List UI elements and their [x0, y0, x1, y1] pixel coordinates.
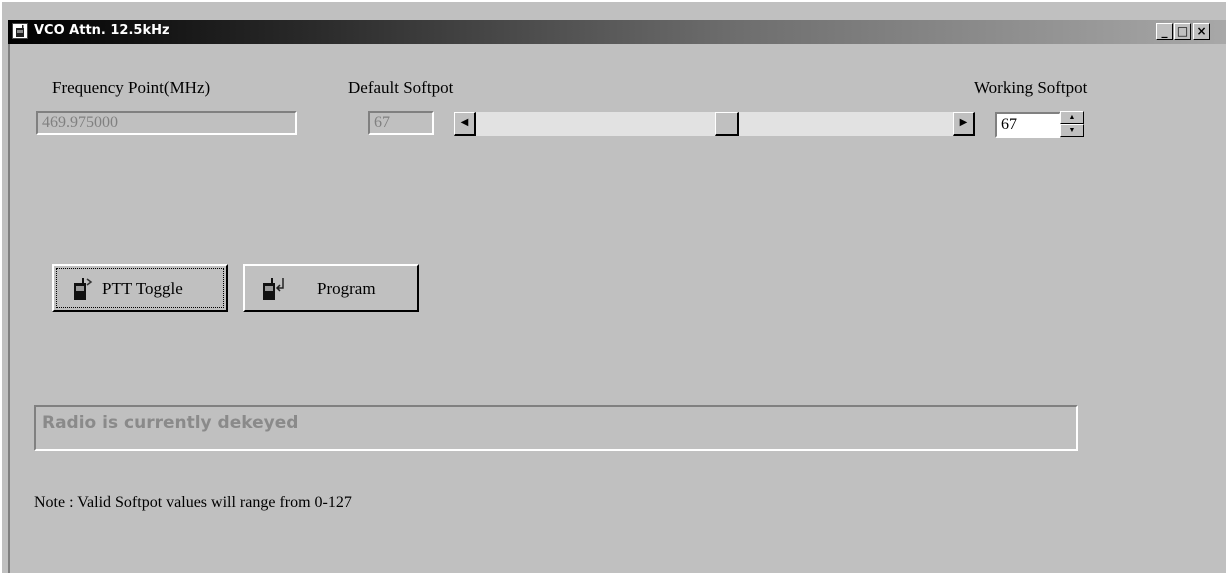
default-softpot-label: Default Softpot: [348, 78, 454, 97]
default-softpot-field: 67: [368, 111, 434, 135]
radio-ptt-icon: [68, 276, 94, 307]
window-title: VCO Attn. 12.5kHz: [34, 23, 170, 38]
radio-icon: [12, 23, 28, 39]
softpot-slider[interactable]: ◀ ▶: [454, 112, 975, 136]
ptt-toggle-button[interactable]: PTT Toggle: [52, 264, 228, 312]
close-button[interactable]: ×: [1193, 23, 1210, 40]
program-button[interactable]: Program: [243, 264, 419, 312]
frequency-point-label: Frequency Point(MHz): [52, 78, 211, 97]
working-softpot-input[interactable]: 67: [995, 112, 1061, 138]
spin-down-arrow-icon[interactable]: ▼: [1060, 124, 1084, 137]
title-bar[interactable]: VCO Attn. 12.5kHz _ □ ×: [8, 20, 1226, 44]
softpot-range-note: Note : Valid Softpot values will range f…: [34, 494, 352, 511]
slider-right-arrow-icon[interactable]: ▶: [953, 112, 975, 136]
spin-up-arrow-icon[interactable]: ▲: [1060, 111, 1084, 124]
vco-attn-window: VCO Attn. 12.5kHz _ □ × Frequency Point(…: [0, 0, 1226, 573]
ptt-toggle-label: PTT Toggle: [102, 279, 183, 298]
minimize-button[interactable]: _: [1156, 23, 1173, 40]
frequency-point-field: 469.975000: [36, 111, 297, 135]
slider-left-arrow-icon[interactable]: ◀: [454, 112, 476, 136]
slider-thumb[interactable]: [715, 112, 739, 136]
working-softpot-label: Working Softpot: [974, 78, 1088, 97]
maximize-button[interactable]: □: [1174, 23, 1191, 40]
radio-program-icon: [259, 276, 287, 307]
program-label: Program: [317, 279, 376, 298]
working-softpot-spinner[interactable]: ▲ ▼: [1060, 111, 1084, 138]
radio-status-field: Radio is currently dekeyed: [34, 405, 1078, 451]
